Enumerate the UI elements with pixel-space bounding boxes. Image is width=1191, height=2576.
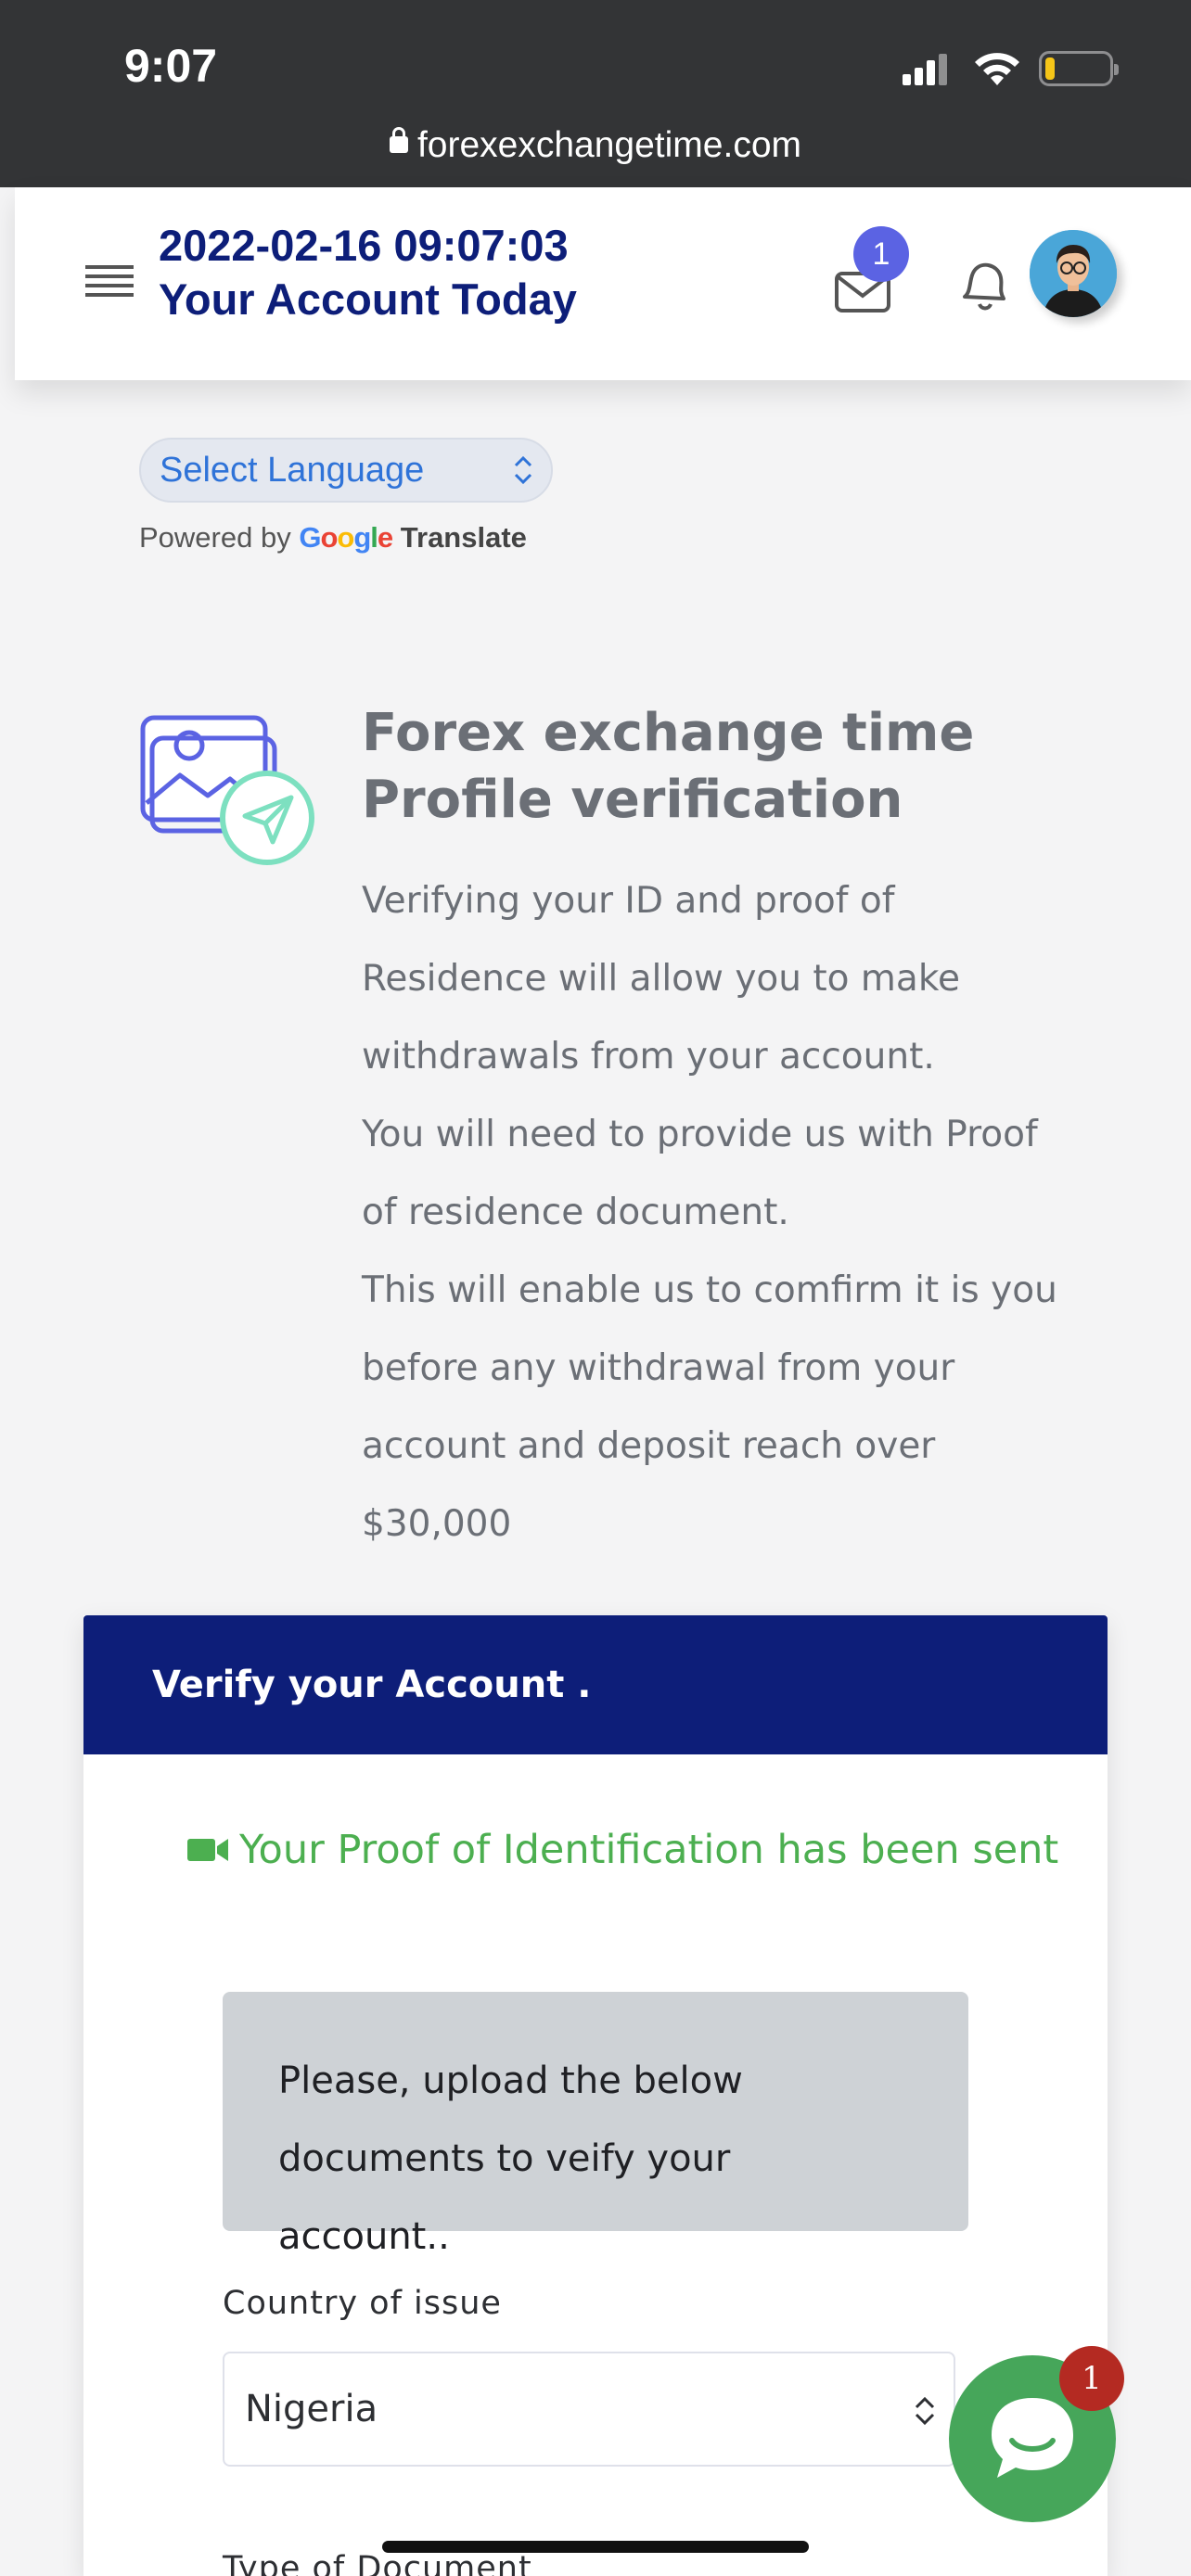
upload-notice: Please, upload the below documents to ve…: [223, 1992, 968, 2258]
powered-by-text: Powered by: [139, 521, 291, 554]
profile-verification-description: Verifying your ID and proof of Residence…: [362, 862, 1067, 1563]
battery-icon: [1039, 51, 1119, 86]
user-avatar-image: [1030, 230, 1117, 317]
select-arrows-icon: [514, 455, 532, 485]
verify-card-header: Verify your Account .: [83, 1615, 1108, 1754]
header-title: Your Account Today: [159, 274, 577, 324]
status-bar: 9:07 forexexchangetime.com: [0, 0, 1191, 187]
language-select[interactable]: Select Language: [139, 438, 553, 503]
status-time: 9:07: [124, 40, 218, 92]
home-indicator[interactable]: [382, 2541, 809, 2553]
language-select-label: Select Language: [160, 451, 425, 490]
app-header: 2022-02-16 09:07:03 Your Account Today 1: [15, 187, 1191, 380]
url-bar[interactable]: forexexchangetime.com: [0, 125, 1191, 166]
country-select-value: Nigeria: [245, 2388, 378, 2430]
google-logo: Google: [299, 521, 393, 554]
video-camera-icon: [187, 1838, 228, 1861]
description-paragraph-3: This will enable us to comfirm it is you…: [362, 1269, 1057, 1545]
photo-send-illustration-icon: [140, 715, 314, 865]
description-paragraph-2: You will need to provide us with Proof o…: [362, 1114, 1038, 1233]
powered-by-google-translate[interactable]: Powered by Google Translate: [139, 521, 527, 555]
bell-icon[interactable]: [952, 254, 1015, 319]
country-of-issue-label: Country of issue: [223, 2285, 502, 2322]
user-avatar[interactable]: [1030, 230, 1117, 317]
identification-sent-message: Your Proof of Identification has been se…: [187, 1827, 1058, 1873]
country-of-issue-select[interactable]: Nigeria: [223, 2352, 955, 2467]
notice-line-1: Please, upload the below: [278, 2060, 743, 2102]
url-text: forexexchangetime.com: [416, 125, 802, 165]
title-line-2: Profile verification: [362, 770, 903, 830]
title-line-1: Forex exchange time: [362, 703, 975, 763]
wifi-icon: [975, 53, 1019, 85]
select-arrows-icon: [915, 2396, 935, 2426]
document-type-label: Type of Document: [223, 2550, 532, 2576]
description-paragraph-1: Verifying your ID and proof of Residence…: [362, 880, 961, 1078]
notice-line-2: documents to veify your account..: [278, 2137, 731, 2258]
sent-message-text: Your Proof of Identification has been se…: [239, 1827, 1059, 1873]
hamburger-menu-icon[interactable]: [85, 265, 134, 300]
translate-text: Translate: [400, 521, 527, 554]
profile-verification-title: Forex exchange time Profile verification: [362, 700, 1104, 834]
chat-unread-badge: 1: [1059, 2346, 1124, 2411]
lock-icon: [389, 126, 408, 153]
header-datetime: 2022-02-16 09:07:03: [159, 221, 569, 270]
mail-badge: 1: [853, 226, 909, 282]
signal-icon: [903, 54, 949, 85]
